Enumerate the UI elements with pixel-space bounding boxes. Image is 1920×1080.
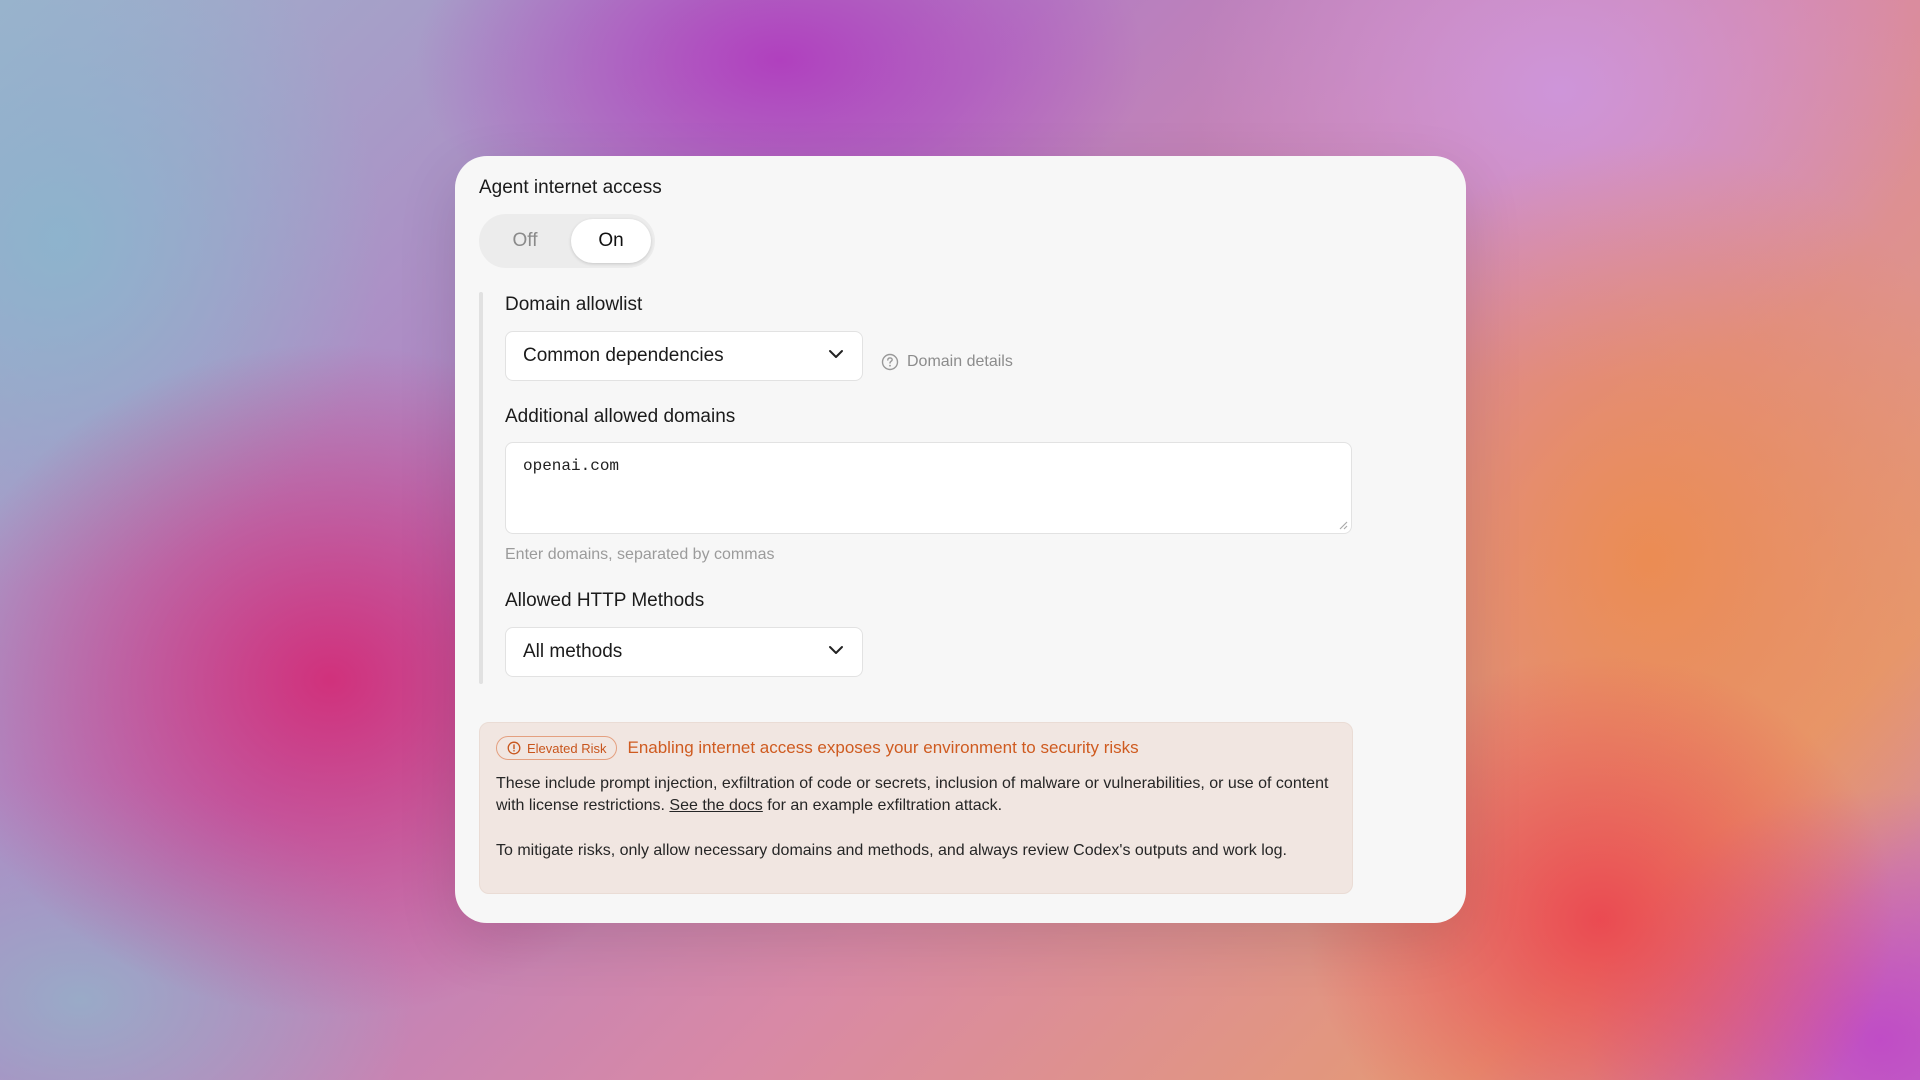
toggle-off-option[interactable]: Off [483, 219, 567, 263]
additional-domains-value: openai.com [523, 457, 620, 475]
additional-domains-input[interactable]: openai.com [505, 442, 1352, 534]
http-methods-select[interactable]: All methods [505, 627, 863, 677]
elevated-risk-label: Elevated Risk [527, 740, 607, 756]
internet-access-toggle: Off On [479, 214, 655, 268]
risk-description: These include prompt injection, exfiltra… [496, 773, 1336, 817]
agent-internet-access-title: Agent internet access [479, 177, 662, 198]
domain-details-label: Domain details [907, 353, 1013, 370]
settings-section-indicator [479, 292, 483, 684]
security-risk-warning: Elevated Risk Enabling internet access e… [479, 722, 1353, 894]
domain-details-link[interactable]: Domain details [881, 346, 1013, 378]
help-circle-icon [881, 353, 899, 371]
see-the-docs-link[interactable]: See the docs [669, 797, 762, 814]
http-methods-value: All methods [523, 641, 623, 662]
risk-headline: Enabling internet access exposes your en… [627, 738, 1139, 757]
elevated-risk-badge: Elevated Risk [496, 736, 618, 760]
internet-access-settings-panel: Agent internet access Off On Domain allo… [455, 156, 1466, 923]
chevron-down-icon [829, 350, 843, 358]
domain-allowlist-select[interactable]: Common dependencies [505, 331, 863, 381]
domain-allowlist-label: Domain allowlist [505, 294, 643, 315]
http-methods-label: Allowed HTTP Methods [505, 590, 705, 611]
additional-domains-label: Additional allowed domains [505, 406, 736, 427]
risk-mitigation-text: To mitigate risks, only allow necessary … [496, 842, 1287, 859]
additional-domains-hint: Enter domains, separated by commas [505, 546, 775, 563]
alert-circle-icon [507, 741, 521, 755]
toggle-on-option[interactable]: On [571, 219, 651, 263]
risk-header: Elevated Risk Enabling internet access e… [496, 736, 1139, 760]
risk-description-suffix: for an example exfiltration attack. [767, 797, 1003, 814]
chevron-down-icon [829, 646, 843, 654]
domain-allowlist-value: Common dependencies [523, 345, 724, 366]
resize-handle-icon[interactable] [1338, 520, 1348, 530]
